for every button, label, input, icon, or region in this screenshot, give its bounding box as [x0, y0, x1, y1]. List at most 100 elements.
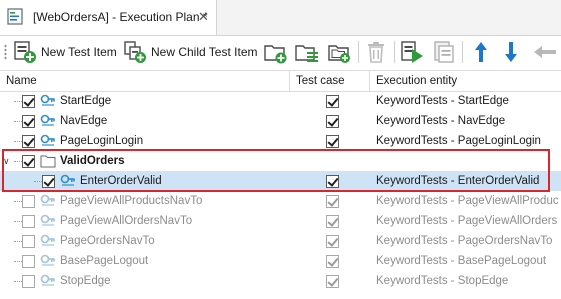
test-case-checkbox[interactable]: [326, 275, 339, 288]
tree-row[interactable]: StartEdge KeywordTests - StartEdge: [0, 91, 561, 111]
arrow-up-icon: [472, 40, 490, 64]
enabled-checkbox[interactable]: [22, 95, 35, 108]
test-case-checkbox[interactable]: [326, 95, 339, 108]
new-folder-button[interactable]: [263, 39, 287, 65]
toolbar: New Test Item New Child Test Item: [0, 36, 561, 68]
keyword-test-icon: [40, 113, 56, 129]
checkmark-icon: [327, 275, 339, 287]
item-name: PageViewAllOrdersNavTo: [60, 215, 193, 227]
new-child-test-item-icon: [123, 40, 147, 64]
column-header-execution-entity[interactable]: Execution entity: [370, 71, 561, 91]
item-name: BasePageLogout: [60, 255, 149, 267]
new-folder-icon: [263, 40, 287, 64]
keyword-test-icon: [40, 133, 56, 149]
item-name: StopEdge: [60, 275, 111, 287]
enabled-checkbox[interactable]: [22, 135, 35, 148]
execution-entity: KeywordTests - PageViewAllProduc...: [376, 195, 558, 207]
keyword-test-icon: [40, 213, 56, 229]
move-up-button[interactable]: [472, 39, 490, 65]
execution-entity: KeywordTests - StopEdge: [376, 275, 509, 287]
tab-title: [WebOrdersA] - Execution Plan *: [33, 10, 208, 24]
enabled-checkbox[interactable]: [22, 115, 35, 128]
new-child-test-item-button[interactable]: New Child Test Item: [123, 39, 257, 65]
move-down-button[interactable]: [502, 39, 520, 65]
item-name: NavEdge: [60, 115, 108, 127]
execution-entity: KeywordTests - BasePageLogout: [376, 255, 547, 267]
execution-plan-icon: [7, 8, 24, 26]
arrow-left-icon: [532, 40, 558, 64]
execution-entity: KeywordTests - PageViewAllOrders...: [376, 215, 558, 227]
column-header-name[interactable]: Name: [0, 71, 290, 91]
test-case-checkbox[interactable]: [326, 195, 339, 208]
tree-row[interactable]: PageViewAllProductsNavTo KeywordTests - P…: [0, 191, 561, 211]
document-tab-strip: [WebOrdersA] - Execution Plan * ✕: [0, 0, 561, 36]
new-child-folder-icon: [327, 40, 351, 64]
test-case-checkbox[interactable]: [326, 135, 339, 148]
test-case-checkbox[interactable]: [326, 235, 339, 248]
tree-row[interactable]: BasePageLogout KeywordTests - BasePageLog…: [0, 251, 561, 271]
keyword-test-icon: [40, 253, 56, 269]
checkmark-icon: [327, 95, 339, 107]
enabled-checkbox[interactable]: [22, 235, 35, 248]
tree-connector-line: [14, 101, 22, 102]
close-icon[interactable]: ✕: [198, 9, 209, 25]
checkmark-icon: [327, 195, 339, 207]
test-case-checkbox[interactable]: [326, 255, 339, 268]
checkmark-icon: [327, 235, 339, 247]
tree-connector-line: [14, 201, 22, 202]
checkmark-icon: [23, 115, 35, 127]
new-folder-list-icon: [294, 40, 320, 64]
run-button[interactable]: [400, 39, 426, 65]
keyword-test-icon: [40, 273, 56, 289]
properties-icon: [432, 40, 456, 64]
test-case-checkbox[interactable]: [326, 115, 339, 128]
checkmark-icon: [327, 215, 339, 227]
tree-connector-line: [14, 281, 22, 282]
checkmark-icon: [327, 255, 339, 267]
highlight-annotation: [2, 149, 550, 192]
tree-connector-line: [14, 241, 22, 242]
enabled-checkbox[interactable]: [22, 255, 35, 268]
tree-row[interactable]: PageOrdersNavTo KeywordTests - PageOrders…: [0, 231, 561, 251]
checkmark-icon: [23, 95, 35, 107]
tree-row[interactable]: PageViewAllOrdersNavTo KeywordTests - Pag…: [0, 211, 561, 231]
properties-button[interactable]: [432, 39, 456, 65]
tree-row[interactable]: PageLoginLogin KeywordTests - PageLoginLo…: [0, 131, 561, 151]
new-child-test-item-label: New Child Test Item: [151, 45, 258, 59]
tree-connector-line: [14, 121, 22, 122]
tree-row[interactable]: NavEdge KeywordTests - NavEdge: [0, 111, 561, 131]
test-case-checkbox[interactable]: [326, 215, 339, 228]
execution-entity: KeywordTests - PageOrdersNavTo: [376, 235, 553, 247]
move-left-button[interactable]: [532, 39, 558, 65]
execution-entity: KeywordTests - StartEdge: [376, 95, 509, 107]
new-folder-list-button[interactable]: [294, 39, 320, 65]
item-name: StartEdge: [60, 95, 112, 107]
checkmark-icon: [327, 135, 339, 147]
enabled-checkbox[interactable]: [22, 275, 35, 288]
checkmark-icon: [23, 135, 35, 147]
tab-execution-plan[interactable]: [WebOrdersA] - Execution Plan * ✕: [0, 0, 217, 35]
tree-connector-line: [14, 221, 22, 222]
delete-button[interactable]: [364, 39, 388, 65]
tree-connector-line: [14, 141, 22, 142]
execution-entity: KeywordTests - PageLoginLogin: [376, 135, 541, 147]
column-header-test-case[interactable]: Test case: [290, 71, 370, 91]
arrow-down-icon: [502, 40, 520, 64]
column-header-row: Name Test case Execution entity: [0, 70, 561, 92]
tree-row[interactable]: StopEdge KeywordTests - StopEdge: [0, 271, 561, 291]
run-icon: [400, 40, 426, 64]
new-test-item-icon: [13, 40, 37, 64]
new-child-folder-button[interactable]: [327, 39, 351, 65]
checkmark-icon: [327, 115, 339, 127]
new-test-item-button[interactable]: New Test Item: [13, 39, 117, 65]
enabled-checkbox[interactable]: [22, 215, 35, 228]
tree-connector-line: [14, 261, 22, 262]
enabled-checkbox[interactable]: [22, 195, 35, 208]
toolbar-grip[interactable]: [4, 44, 7, 60]
item-name: PageOrdersNavTo: [60, 235, 155, 247]
keyword-test-icon: [40, 233, 56, 249]
item-name: PageLoginLogin: [60, 135, 144, 147]
execution-entity: KeywordTests - NavEdge: [376, 115, 506, 127]
keyword-test-icon: [40, 193, 56, 209]
trash-icon: [364, 40, 388, 64]
